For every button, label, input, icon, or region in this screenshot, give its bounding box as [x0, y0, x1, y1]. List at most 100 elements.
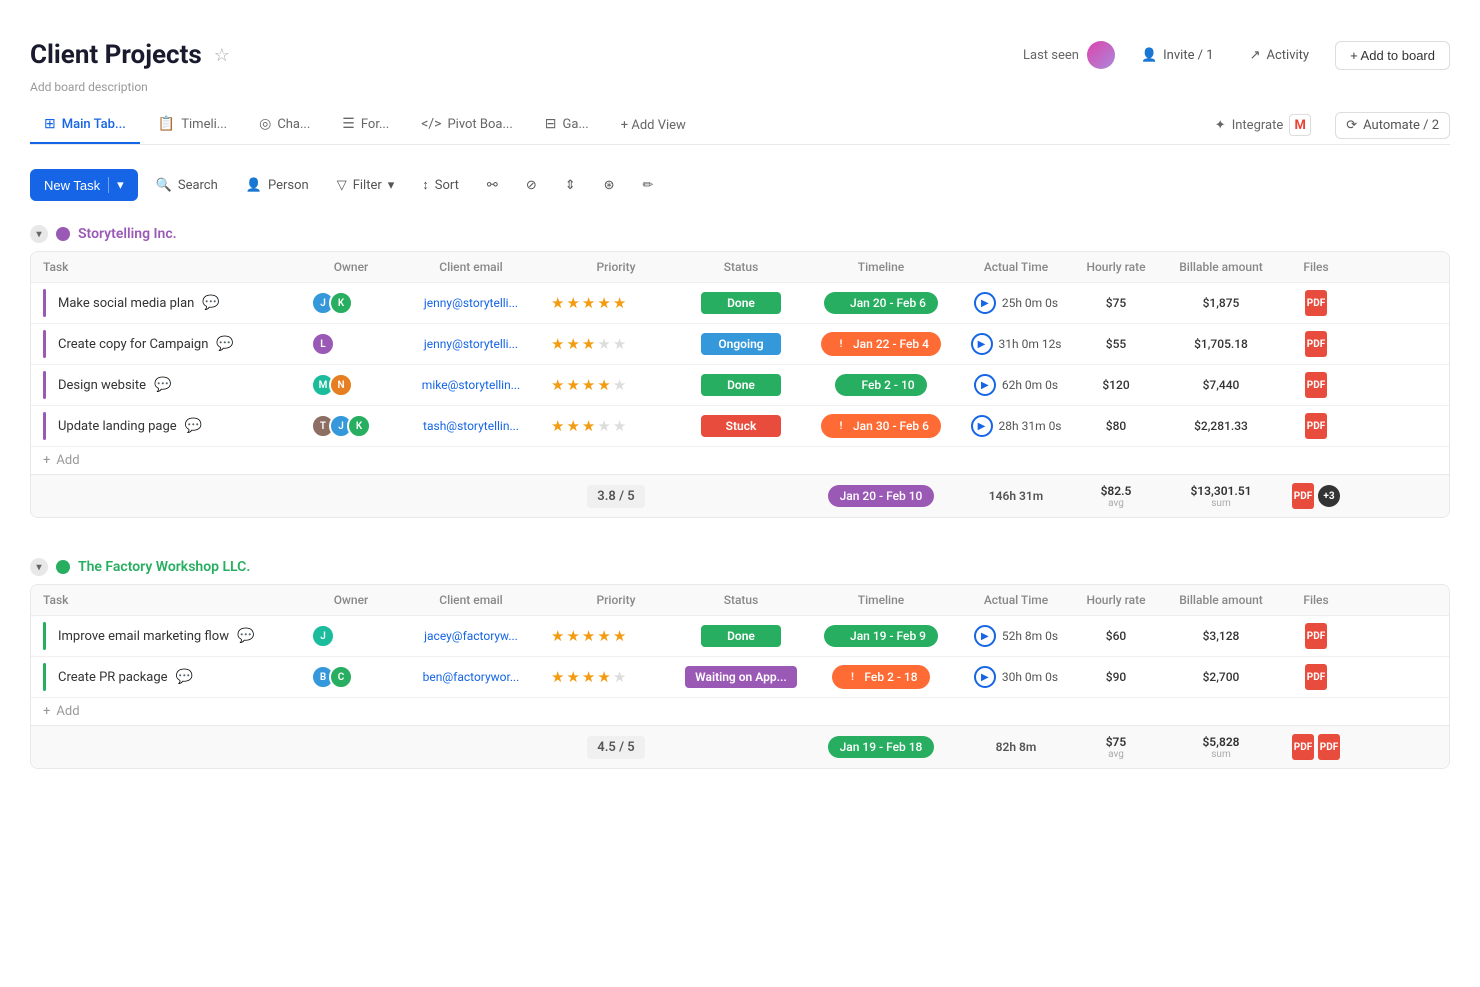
add-view-button[interactable]: + Add View: [607, 108, 700, 143]
tabs-right: ✦ Integrate M ⟳ Automate / 2: [1207, 110, 1450, 140]
email-5: jacey@factoryw...: [391, 629, 551, 644]
file-icon-4[interactable]: PDF: [1305, 413, 1327, 439]
tab-form[interactable]: ☰ For...: [328, 106, 403, 144]
owner-1: J K: [311, 291, 391, 315]
play-icon-3[interactable]: ▶: [974, 374, 996, 396]
sort-button[interactable]: ↕ Sort: [412, 171, 469, 199]
status-badge-5[interactable]: Done: [701, 625, 781, 647]
comment-icon-5[interactable]: 💬: [237, 628, 254, 644]
timeline-badge-6: ! Feb 2 - 18: [832, 665, 929, 689]
hourly-2: $55: [1071, 337, 1161, 352]
add-row-icon-2: +: [43, 704, 50, 719]
file-icon-6[interactable]: PDF: [1305, 664, 1327, 690]
avatar-stack-5: J: [311, 624, 391, 648]
comment-icon-6[interactable]: 💬: [176, 669, 193, 685]
hide-icon-button[interactable]: ⊘: [516, 172, 547, 199]
formula-button[interactable]: ⊛: [594, 172, 625, 199]
table-row: Update landing page 💬 T J K tash@storyte…: [31, 406, 1449, 447]
email-link-1[interactable]: jenny@storytelli...: [424, 296, 518, 310]
col-header-owner: Owner: [311, 260, 391, 274]
comment-icon-4[interactable]: 💬: [185, 418, 202, 434]
table-row: Create copy for Campaign 💬 L jenny@story…: [31, 324, 1449, 365]
play-icon-4[interactable]: ▶: [971, 415, 993, 437]
file-icon-5[interactable]: PDF: [1305, 623, 1327, 649]
group-collapse-icon[interactable]: ▾: [30, 225, 48, 243]
tab-main[interactable]: ⊞ Main Tab...: [30, 106, 140, 144]
comment-icon-1[interactable]: 💬: [202, 295, 219, 311]
timeline-warn-2: !: [833, 336, 849, 352]
new-task-caret[interactable]: ▾: [108, 177, 124, 193]
add-row-1[interactable]: + Add: [31, 447, 1449, 474]
email-link-5[interactable]: jacey@factoryw...: [424, 629, 518, 643]
table-row: Improve email marketing flow 💬 J jacey@f…: [31, 616, 1449, 657]
activity-icon: ↗: [1250, 48, 1261, 63]
tab-pivot[interactable]: </> Pivot Boa...: [407, 106, 527, 144]
col-header-actual: Actual Time: [961, 260, 1071, 274]
brush-button[interactable]: ✏: [633, 172, 664, 199]
row-height-button[interactable]: ⇕: [555, 172, 586, 199]
col-header-priority: Priority: [551, 260, 681, 274]
board-description[interactable]: Add board description: [30, 78, 1450, 106]
file-icon-2[interactable]: PDF: [1305, 331, 1327, 357]
play-icon-1[interactable]: ▶: [974, 292, 996, 314]
add-row-2[interactable]: + Add: [31, 698, 1449, 725]
actual-6: ▶ 30h 0m 0s: [961, 666, 1071, 688]
actual-5: ▶ 52h 8m 0s: [961, 625, 1071, 647]
owner-3: M N: [311, 373, 391, 397]
email-link-2[interactable]: jenny@storytelli...: [424, 337, 518, 351]
summary-billable-2: $5,828 sum: [1161, 735, 1281, 760]
status-6: Waiting on App...: [681, 666, 801, 688]
stars-3: ★ ★ ★ ★ ★: [551, 376, 681, 394]
link-icon: ⚯: [487, 178, 498, 193]
star-icon[interactable]: ☆: [214, 45, 230, 66]
tab-chart[interactable]: ◎ Cha...: [245, 106, 324, 144]
play-icon-6[interactable]: ▶: [974, 666, 996, 688]
automate-button[interactable]: ⟳ Automate / 2: [1335, 112, 1450, 139]
col-header-hourly-2: Hourly rate: [1071, 593, 1161, 607]
tab-gantt[interactable]: ⊟ Ga...: [531, 106, 603, 144]
add-to-board-button[interactable]: + Add to board: [1335, 41, 1450, 70]
email-link-4[interactable]: tash@storytellin...: [423, 419, 519, 433]
play-icon-5[interactable]: ▶: [974, 625, 996, 647]
integrate-button[interactable]: ✦ Integrate M: [1207, 110, 1319, 140]
billable-1: $1,875: [1161, 296, 1281, 311]
automate-icon: ⟳: [1346, 118, 1357, 133]
col-header-hourly: Hourly rate: [1071, 260, 1161, 274]
col-header-priority-2: Priority: [551, 593, 681, 607]
chart-tab-icon: ◎: [259, 116, 271, 132]
tab-timeline[interactable]: 📋 Timeli...: [144, 106, 241, 144]
play-icon-2[interactable]: ▶: [971, 333, 993, 355]
email-link-3[interactable]: mike@storytellin...: [422, 378, 520, 392]
status-badge-6[interactable]: Waiting on App...: [685, 666, 797, 688]
add-row-icon: +: [43, 453, 50, 468]
summary-hourly-2: $75 avg: [1071, 735, 1161, 760]
task-bar-5: [43, 622, 46, 650]
timeline-badge-1: ✓ Jan 20 - Feb 6: [824, 292, 938, 314]
files-3: PDF: [1281, 372, 1351, 398]
status-badge-4[interactable]: Stuck: [701, 415, 781, 437]
email-3: mike@storytellin...: [391, 378, 551, 393]
timeline-3: ✓ Feb 2 - 10: [801, 374, 961, 396]
comment-icon-3[interactable]: 💬: [154, 377, 171, 393]
email-link-6[interactable]: ben@factorywor...: [423, 670, 520, 684]
hourly-1: $75: [1071, 296, 1161, 311]
status-badge-2[interactable]: Ongoing: [701, 333, 781, 355]
link-icon-button[interactable]: ⚯: [477, 172, 508, 199]
formula-icon: ⊛: [604, 178, 615, 193]
search-button[interactable]: 🔍 Search: [146, 172, 228, 199]
activity-button[interactable]: ↗ Activity: [1240, 42, 1319, 69]
person-filter-button[interactable]: 👤 Person: [236, 172, 319, 199]
search-icon: 🔍: [156, 178, 172, 193]
status-badge-3[interactable]: Done: [701, 374, 781, 396]
file-icon-1[interactable]: PDF: [1305, 290, 1327, 316]
invite-button[interactable]: 👤 Invite / 1: [1131, 42, 1224, 69]
integrate-icon: ✦: [1215, 118, 1226, 133]
comment-icon-2[interactable]: 💬: [216, 336, 233, 352]
file-icon-3[interactable]: PDF: [1305, 372, 1327, 398]
avatar-stack-2: L: [311, 332, 391, 356]
status-badge-1[interactable]: Done: [701, 292, 781, 314]
filter-button[interactable]: ▽ Filter ▾: [327, 172, 405, 199]
group-collapse-icon-2[interactable]: ▾: [30, 558, 48, 576]
filter-chevron-icon: ▾: [388, 178, 395, 193]
new-task-button[interactable]: New Task ▾: [30, 169, 138, 201]
